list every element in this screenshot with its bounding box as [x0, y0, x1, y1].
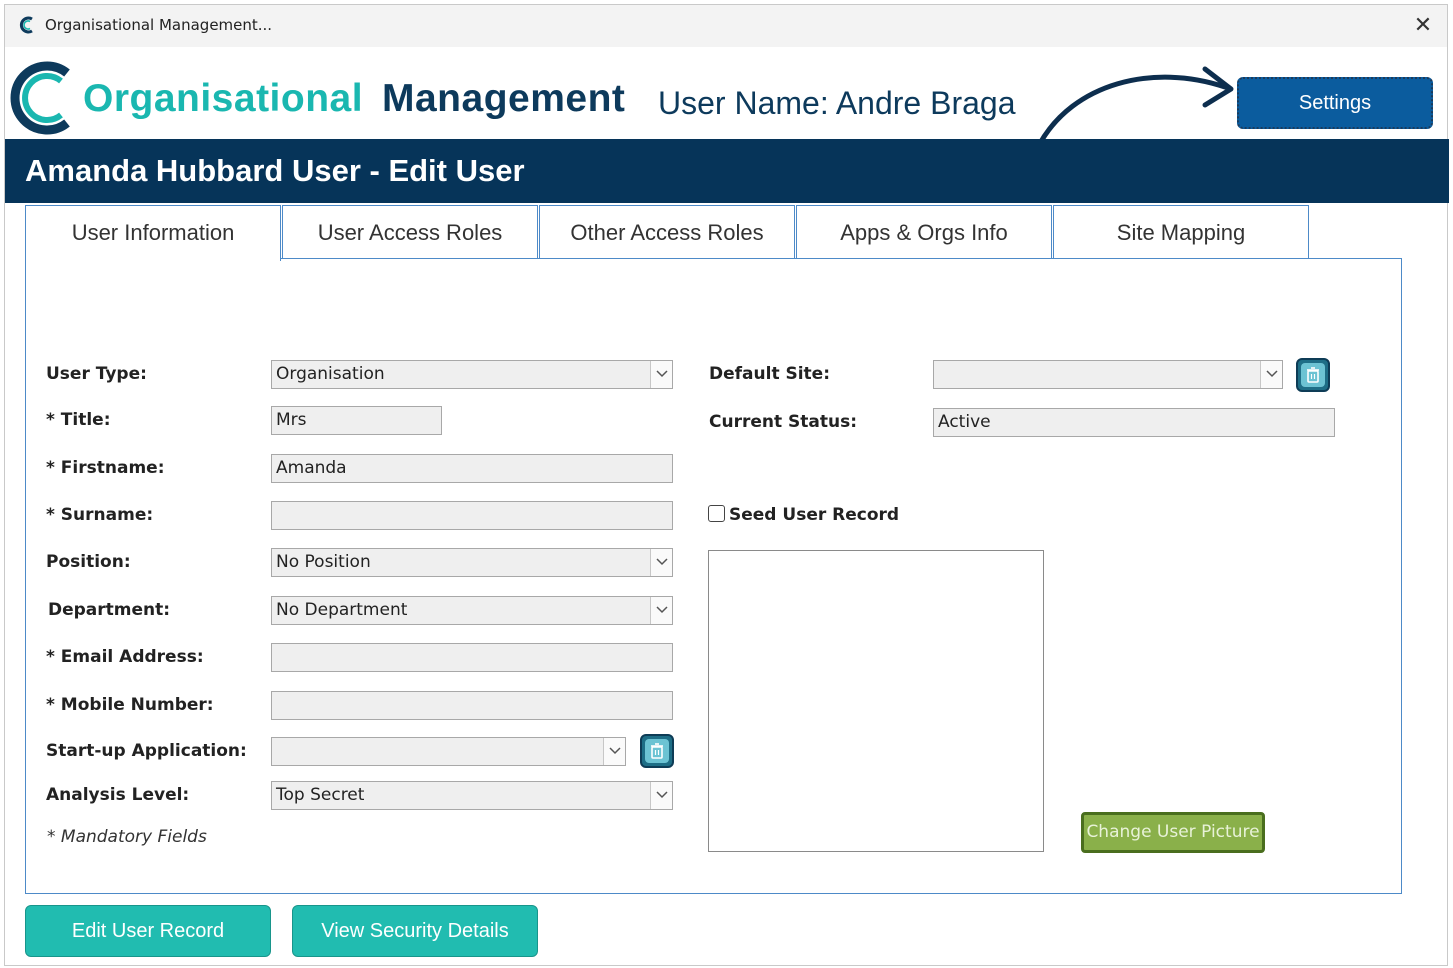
brand-name-part2: Management — [382, 77, 626, 120]
position-label: Position: — [46, 552, 131, 572]
position-select[interactable]: No Position — [271, 548, 673, 577]
tab-apps-orgs-info[interactable]: Apps & Orgs Info — [796, 205, 1052, 259]
chevron-down-icon[interactable] — [650, 782, 672, 809]
seed-user-record-checkbox[interactable] — [708, 505, 725, 522]
title-field[interactable]: Mrs — [271, 406, 442, 435]
department-select[interactable]: No Department — [271, 596, 673, 625]
default-site-select[interactable] — [933, 360, 1283, 389]
position-value: No Position — [276, 552, 371, 572]
email-label: * Email Address: — [46, 647, 204, 667]
tab-site-mapping[interactable]: Site Mapping — [1053, 205, 1309, 259]
page-title: Amanda Hubbard User - Edit User — [25, 153, 525, 188]
firstname-label: * Firstname: — [46, 458, 165, 478]
settings-button[interactable]: Settings — [1237, 77, 1433, 129]
clear-default-site-button[interactable] — [1296, 358, 1330, 392]
user-type-label: User Type: — [46, 364, 147, 384]
chevron-down-icon[interactable] — [650, 597, 672, 624]
chevron-down-icon[interactable] — [603, 738, 625, 765]
seed-user-record-label[interactable]: Seed User Record — [729, 505, 899, 525]
app-logo-icon — [19, 16, 33, 34]
app-window: Organisational Management... ✕ Organisat… — [4, 4, 1449, 966]
surname-field[interactable] — [271, 501, 673, 530]
tab-user-access-roles[interactable]: User Access Roles — [282, 205, 538, 259]
current-status-field: Active — [933, 408, 1335, 437]
user-name-label: User Name: Andre Braga — [658, 85, 1016, 121]
view-security-details-button[interactable]: View Security Details — [292, 905, 538, 957]
analysis-level-label: Analysis Level: — [46, 785, 190, 805]
chevron-down-icon[interactable] — [650, 361, 672, 388]
firstname-field[interactable]: Amanda — [271, 454, 673, 483]
window-title: Organisational Management... — [45, 16, 273, 34]
page-banner: Amanda Hubbard User - Edit User — [5, 139, 1449, 203]
edit-user-record-button[interactable]: Edit User Record — [25, 905, 271, 957]
brand-logo-icon — [10, 61, 70, 135]
change-user-picture-button[interactable]: Change User Picture — [1081, 812, 1265, 853]
current-status-label: Current Status: — [709, 412, 858, 432]
chevron-down-icon[interactable] — [1260, 361, 1282, 388]
startup-application-select[interactable] — [271, 737, 626, 766]
title-label: * Title: — [46, 410, 111, 430]
default-site-label: Default Site: — [709, 364, 831, 384]
mandatory-fields-note: * Mandatory Fields — [47, 827, 207, 847]
close-icon[interactable]: ✕ — [1409, 11, 1437, 39]
title-bar: Organisational Management... ✕ — [5, 5, 1447, 47]
trash-icon — [651, 743, 663, 759]
analysis-level-select[interactable]: Top Secret — [271, 781, 673, 810]
department-value: No Department — [276, 600, 408, 620]
tab-other-access-roles[interactable]: Other Access Roles — [539, 205, 795, 259]
user-picture-frame — [708, 550, 1044, 852]
user-type-value: Organisation — [276, 364, 385, 384]
clear-startup-application-button[interactable] — [640, 734, 674, 768]
mobile-field[interactable] — [271, 691, 673, 720]
mobile-label: * Mobile Number: — [46, 695, 214, 715]
brand-name-part1: Organisational — [83, 77, 364, 120]
chevron-down-icon[interactable] — [650, 549, 672, 576]
department-label: Department: — [48, 600, 171, 620]
tab-user-information[interactable]: User Information — [25, 205, 281, 261]
trash-icon — [1307, 367, 1319, 383]
analysis-level-value: Top Secret — [276, 785, 365, 805]
startup-application-label: Start-up Application: — [46, 741, 247, 761]
email-field[interactable] — [271, 643, 673, 672]
user-type-select[interactable]: Organisation — [271, 360, 673, 389]
surname-label: * Surname: — [46, 505, 154, 525]
